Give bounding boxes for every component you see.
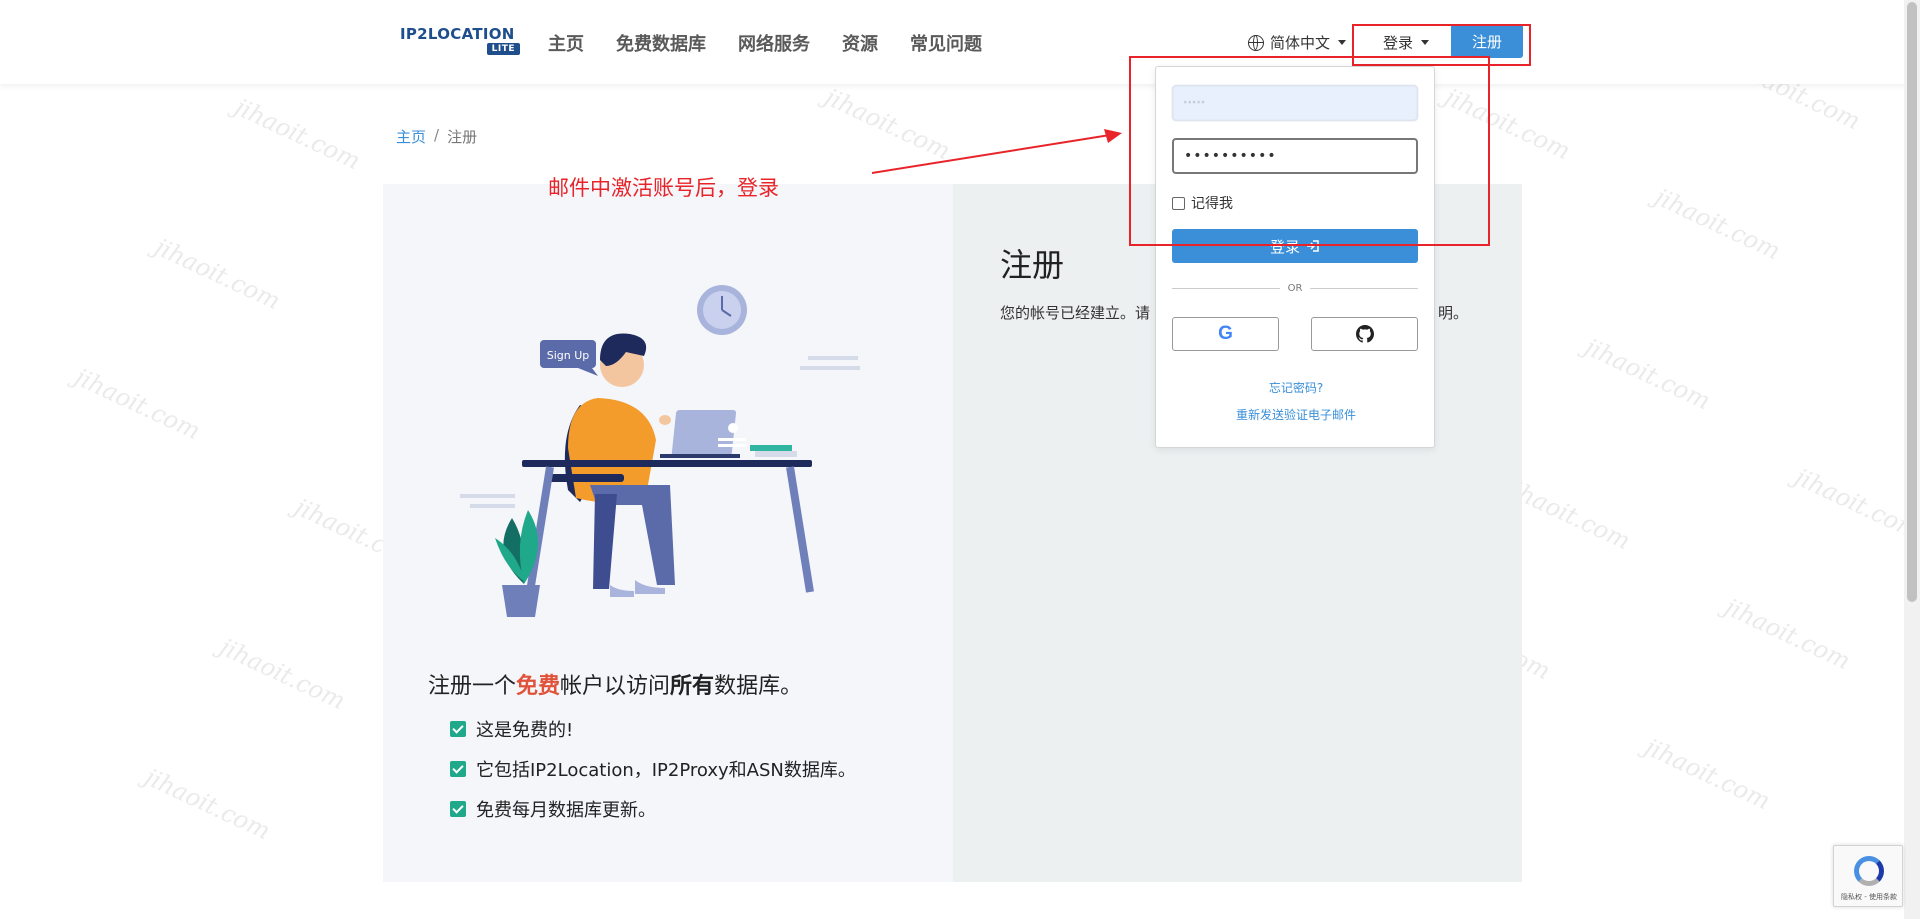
- registration-message-end: 明。: [1438, 304, 1469, 322]
- watermark-text: jihaoit.com: [1720, 592, 1855, 676]
- main-nav: 主页 免费数据库 网络服务 资源 常见问题: [548, 30, 982, 56]
- checkmark-icon: [450, 761, 466, 777]
- watermark-text: jihaoit.com: [1640, 732, 1775, 816]
- nav-resources[interactable]: 资源: [842, 30, 878, 56]
- language-label: 简体中文: [1270, 34, 1331, 52]
- list-item: 它包括IP2Location，IP2Proxy和ASN数据库。: [450, 756, 856, 782]
- logo-badge: LITE: [486, 43, 520, 55]
- pitch-suffix: 数据库。: [714, 674, 803, 699]
- google-login-button[interactable]: G: [1172, 317, 1279, 351]
- breadcrumb-home[interactable]: 主页: [396, 126, 426, 147]
- watermark-text: jihaoit.com: [140, 762, 275, 846]
- recaptcha-text: 隐私权 - 使用条款: [1841, 893, 1897, 901]
- top-navbar: IP2LOCATION LITE 主页 免费数据库 网络服务 资源 常见问题 简…: [0, 0, 1920, 84]
- github-icon: [1355, 325, 1374, 343]
- feature-text: 这是免费的!: [476, 720, 574, 741]
- breadcrumb-current: 注册: [447, 128, 478, 146]
- or-label: OR: [1287, 283, 1303, 294]
- globe-icon: [1248, 34, 1264, 51]
- ip2location-logo[interactable]: IP2LOCATION LITE: [400, 22, 522, 58]
- page-title: 注册: [1000, 246, 1065, 284]
- breadcrumb-separator: /: [434, 126, 440, 144]
- pitch-prefix: 注册一个: [428, 674, 517, 699]
- logo-text: IP2LOCATION: [400, 25, 515, 43]
- annotation-highlight-box: [1129, 56, 1490, 246]
- watermark-text: jihaoit.com: [230, 92, 365, 176]
- or-divider: OR: [1172, 283, 1419, 294]
- signup-illustration: Sign Up: [460, 285, 860, 617]
- watermark-text: jihaoit.com: [1790, 462, 1920, 546]
- resend-verification-link[interactable]: 重新发送验证电子邮件: [1156, 406, 1436, 423]
- checkmark-icon: [450, 721, 466, 737]
- watermark-text: jihaoit.com: [70, 362, 205, 446]
- watermark-text: jihaoit.com: [1650, 182, 1785, 266]
- signup-pitch: 注册一个免费帐户以访问所有数据库。: [428, 668, 802, 700]
- recaptcha-badge[interactable]: 隐私权 - 使用条款: [1833, 845, 1903, 907]
- nav-faq[interactable]: 常见问题: [910, 30, 982, 56]
- illustration-bubble-text: Sign Up: [547, 349, 590, 362]
- watermark-text: jihaoit.com: [215, 632, 350, 716]
- checkmark-icon: [450, 801, 466, 817]
- watermark-text: jihaoit.com: [1580, 332, 1715, 416]
- forgot-password-link[interactable]: 忘记密码?: [1156, 379, 1436, 396]
- divider-line: [1310, 288, 1419, 289]
- scrollbar-thumb[interactable]: [1907, 2, 1917, 602]
- language-dropdown[interactable]: 简体中文: [1248, 32, 1347, 53]
- nav-home[interactable]: 主页: [548, 30, 584, 56]
- breadcrumb: 主页 / 注册: [396, 126, 477, 147]
- chevron-down-icon: [1338, 40, 1347, 45]
- annotation-text: 邮件中激活账号后，登录: [548, 176, 779, 200]
- pitch-free-highlight: 免费: [516, 674, 561, 699]
- nav-web-service[interactable]: 网络服务: [738, 30, 810, 56]
- feature-text: 免费每月数据库更新。: [476, 800, 656, 821]
- divider-line: [1172, 288, 1280, 289]
- recaptcha-icon: [1854, 856, 1884, 886]
- feature-text: 它包括IP2Location，IP2Proxy和ASN数据库。: [476, 760, 856, 781]
- registration-message: 您的帐号已经建立。请: [1000, 304, 1151, 322]
- feature-list: 这是免费的! 它包括IP2Location，IP2Proxy和ASN数据库。 免…: [450, 716, 856, 822]
- annotation-arrow: [871, 129, 1122, 174]
- list-item: 免费每月数据库更新。: [450, 796, 856, 822]
- pitch-all-highlight: 所有: [670, 674, 715, 699]
- nav-free-database[interactable]: 免费数据库: [616, 30, 706, 56]
- watermark-text: jihaoit.com: [150, 232, 285, 316]
- pitch-mid: 帐户以访问: [560, 674, 671, 699]
- page-scrollbar[interactable]: [1904, 0, 1920, 919]
- github-login-button[interactable]: [1311, 317, 1418, 351]
- list-item: 这是免费的!: [450, 716, 856, 742]
- google-icon: G: [1218, 323, 1233, 344]
